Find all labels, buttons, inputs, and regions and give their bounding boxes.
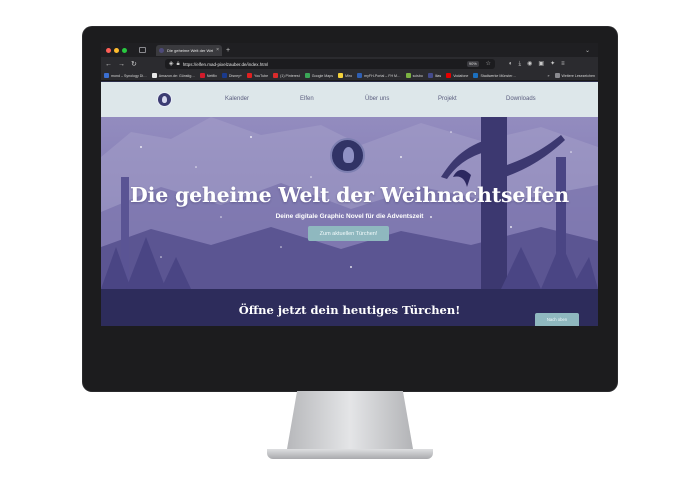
website-viewport: Kalender Elfen Über uns Projekt Download… [101, 82, 598, 326]
portal-icon [357, 73, 363, 78]
browser-toolbar: ← → ↻ ◈ 🔒︎ https://elfen.mad-pixelzauber… [101, 57, 598, 71]
bookmark-label: Google Maps [311, 73, 334, 78]
miro-icon [338, 73, 344, 78]
back-to-top-button[interactable]: Nach oben [535, 313, 579, 326]
current-door-button[interactable]: Zum aktuellen Türchen! [308, 226, 389, 241]
scisbo-icon [405, 73, 411, 78]
tab-list-chevron-icon[interactable]: ⌄ [585, 47, 590, 54]
door-section-title: Öffne jetzt dein heutiges Türchen! [238, 303, 461, 317]
bookmark-item[interactable]: mond – Synology Di… [104, 73, 147, 78]
nav-link-kalender[interactable]: Kalender [225, 96, 249, 102]
download-icon[interactable]: ⤓ [519, 61, 522, 67]
hero-title: Die geheime Welt der Weihnachtselfen [130, 183, 569, 207]
amazon-icon [151, 73, 157, 78]
bookmark-label: Stadtwerke Münster… [480, 73, 516, 78]
reload-icon[interactable]: ↻ [131, 61, 137, 68]
nav-link-ueber-uns[interactable]: Über uns [365, 96, 389, 102]
bookmark-item[interactable]: scisbo [405, 73, 423, 78]
close-window-button[interactable] [106, 47, 111, 53]
folder-icon [554, 73, 560, 78]
bookmarks-more-chevron[interactable]: » [548, 74, 550, 78]
bookmark-label: Netflix [206, 73, 217, 78]
disney-icon [221, 73, 227, 78]
synology-icon [104, 73, 109, 78]
bookmark-item[interactable]: Netflix [199, 73, 217, 78]
bookmark-item[interactable]: Google Maps [304, 73, 334, 78]
product-mockup: Die geheime Welt der Weihnachtselfen × +… [0, 0, 700, 495]
extension-puzzle-icon[interactable]: ✦ [550, 61, 555, 67]
bookmark-item[interactable]: Vodafone [446, 73, 468, 78]
account-icon[interactable]: ◉ [527, 61, 532, 67]
stadtwerke-icon [473, 73, 479, 78]
menu-hamburger-icon[interactable]: ≡ [561, 61, 565, 67]
bookmark-label: Disney+ [228, 73, 243, 78]
bookmark-item[interactable]: YouTube [247, 73, 268, 78]
minimize-window-button[interactable] [114, 47, 119, 53]
bookmarks-bar: mond – Synology Di… Amazon.de: Günstig… Ne… [101, 71, 598, 81]
netflix-icon [199, 73, 205, 78]
tab-title: Die geheime Welt der Weihnachtselfen [167, 47, 214, 53]
bookmark-star-icon[interactable]: ☆ [485, 60, 490, 68]
nav-link-downloads[interactable]: Downloads [506, 96, 536, 102]
sidebar-toggle-icon[interactable] [139, 47, 146, 53]
bookmark-label: mond – Synology Di… [111, 73, 147, 78]
url-text[interactable]: https://elfen.mad-pixelzauber.de/index.h… [183, 62, 269, 67]
monitor-stand [287, 391, 413, 449]
site-logo-icon[interactable] [157, 92, 172, 107]
youtube-icon [247, 73, 253, 78]
bookmark-label: Ilias [434, 73, 442, 78]
site-favicon-icon [159, 47, 164, 53]
maps-icon [304, 73, 310, 78]
tab-close-icon[interactable]: × [216, 47, 219, 53]
new-tab-button[interactable]: + [226, 47, 230, 54]
pocket-icon[interactable]: ◐ [509, 61, 513, 67]
monitor-screen: Die geheime Welt der Weihnachtselfen × +… [101, 43, 598, 326]
site-navigation: Kalender Elfen Über uns Projekt Download… [101, 82, 598, 117]
vodafone-icon [446, 73, 452, 78]
bookmark-item[interactable]: Disney+ [221, 73, 243, 78]
nav-link-projekt[interactable]: Projekt [438, 96, 457, 102]
browser-tab-bar: Die geheime Welt der Weihnachtselfen × +… [101, 43, 598, 57]
bookmark-label: YouTube [254, 73, 269, 78]
other-bookmarks-folder[interactable]: Weitere Lesezeichen [554, 73, 595, 78]
bookmark-label: Amazon.de: Günstig… [158, 73, 195, 78]
bookmark-item[interactable]: (1) Pinterest [273, 73, 300, 78]
bookmark-label: myFH-Portal – FH M… [364, 73, 401, 78]
bookmark-label: (1) Pinterest [280, 73, 300, 78]
lock-icon[interactable]: 🔒︎ [177, 61, 180, 67]
pinterest-icon [273, 73, 279, 78]
bookmark-item[interactable]: Amazon.de: Günstig… [151, 73, 195, 78]
shield-icon[interactable]: ◈ [169, 61, 174, 67]
back-arrow-icon[interactable]: ← [105, 61, 112, 68]
window-controls [106, 47, 127, 53]
nav-link-elfen[interactable]: Elfen [300, 96, 314, 102]
maximize-window-button[interactable] [122, 47, 127, 53]
browser-tab-active[interactable]: Die geheime Welt der Weihnachtselfen × [156, 44, 222, 56]
hero-section: Die geheime Welt der Weihnachtselfen Dei… [101, 117, 598, 289]
bookmark-label: Miro [345, 73, 353, 78]
extension-icon[interactable]: ▣ [538, 61, 544, 67]
bookmark-item[interactable]: myFH-Portal – FH M… [357, 73, 401, 78]
hero-subtitle: Deine digitale Graphic Novel für die Adv… [275, 213, 424, 220]
zoom-badge[interactable]: 90% [466, 61, 479, 67]
forward-arrow-icon[interactable]: → [118, 61, 125, 68]
bookmark-item[interactable]: Stadtwerke Münster… [473, 73, 516, 78]
ilias-icon [427, 73, 433, 78]
monitor-stand-foot [267, 449, 433, 459]
address-bar[interactable]: ◈ 🔒︎ https://elfen.mad-pixelzauber.de/in… [164, 59, 495, 69]
bookmark-label: Vodafone [453, 73, 469, 78]
bookmark-label: scisbo [412, 73, 423, 78]
bookmark-item[interactable]: Ilias [427, 73, 442, 78]
door-section: Öffne jetzt dein heutiges Türchen! Nach … [101, 289, 598, 326]
bookmark-item[interactable]: Miro [338, 73, 352, 78]
elf-medallion-icon [330, 138, 365, 173]
